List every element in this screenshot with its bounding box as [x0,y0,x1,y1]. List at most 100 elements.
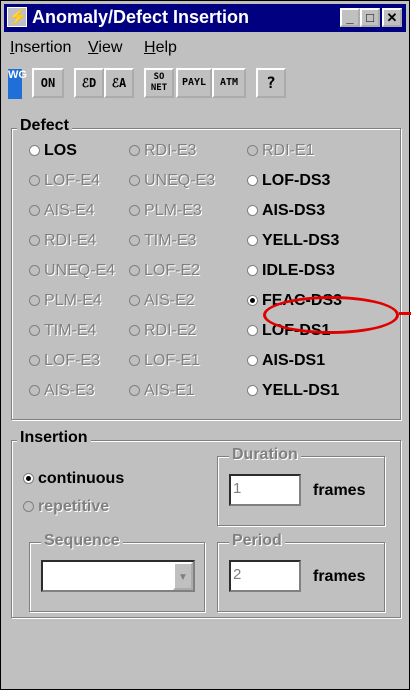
radio-icon [29,145,40,156]
defect-radio[interactable]: AIS-DS3 [247,201,325,221]
defect-radio[interactable]: LOS [29,141,77,161]
duration-unit: frames [313,482,366,499]
maximize-button[interactable]: □ [360,8,380,27]
defect-radio[interactable]: AIS-E1 [129,381,195,401]
radio-icon [129,265,140,276]
radio-icon [247,235,258,246]
defect-radio[interactable]: RDI-E4 [29,231,96,251]
radio-icon [129,355,140,366]
radio-icon [129,205,140,216]
wg-logo-icon: WG [8,69,27,99]
radio-icon [29,325,40,336]
radio-icon [29,385,40,396]
radio-icon [247,205,258,216]
radio-icon [29,295,40,306]
radio-icon [247,385,258,396]
defect-radio-label: LOS [44,142,77,159]
defect-radio[interactable]: IDLE-DS3 [247,261,335,281]
defect-radio[interactable]: AIS-DS1 [247,351,325,371]
menu-view[interactable]: View [88,39,122,57]
minimize-button[interactable]: _ [340,8,360,27]
period-label: Period [229,532,285,550]
defect-radio-label: IDLE-DS3 [262,262,335,279]
repetitive-radio[interactable]: repetitive [23,497,109,517]
defect-radio-label: LOF-E2 [144,262,201,279]
radio-icon [129,295,140,306]
defect-radio-label: LOF-E1 [144,352,201,369]
defect-radio[interactable]: PLM-E3 [129,201,202,221]
period-unit: frames [313,568,366,585]
radio-icon [129,235,140,246]
defect-radio[interactable]: YELL-DS1 [247,381,339,401]
defect-radio[interactable]: TIM-E3 [129,231,196,251]
defect-radio-label: LOF-E4 [44,172,101,189]
radio-icon [29,265,40,276]
defect-radio[interactable]: UNEQ-E4 [29,261,115,281]
close-button[interactable]: ✕ [382,8,402,27]
menu-help[interactable]: Help [144,39,177,57]
error-d-button[interactable]: ℰD [74,68,104,98]
title-bar[interactable]: ⚡ Anomaly/Defect Insertion _ □ ✕ [4,4,406,32]
highlight-pointer-line [399,312,411,315]
defect-radio-label: AIS-E3 [44,382,95,399]
sequence-dropdown[interactable]: ▼ [41,560,195,592]
radio-icon [247,175,258,186]
defect-radio[interactable]: RDI-E2 [129,321,196,341]
defect-radio[interactable]: PLM-E4 [29,291,102,311]
period-input[interactable]: 2 [229,560,301,592]
defect-radio[interactable]: AIS-E4 [29,201,95,221]
defect-radio-label: RDI-E2 [144,322,197,339]
defect-radio-label: RDI-E1 [262,142,315,159]
window-title: Anomaly/Defect Insertion [32,7,250,27]
sonet-button[interactable]: SO NET [144,68,174,98]
radio-icon [29,235,40,246]
radio-icon [247,265,258,276]
toolbar: WG ON ℰD ℰA SO NET PAYL ATM ? [4,63,406,111]
insertion-group-label: Insertion [17,429,91,447]
payload-button[interactable]: PAYL [176,68,212,98]
defect-radio-label: YELL-DS3 [262,232,340,249]
defect-radio[interactable]: TIM-E4 [29,321,96,341]
defect-radio[interactable]: LOF-E4 [29,171,100,191]
chevron-down-icon[interactable]: ▼ [173,562,193,590]
defect-radio-label: TIM-E3 [144,232,197,249]
radio-icon [247,325,258,336]
atm-button[interactable]: ATM [212,68,246,98]
radio-icon [23,501,34,512]
defect-radio-label: PLM-E3 [144,202,202,219]
defect-radio-label: AIS-DS3 [262,202,326,219]
defect-radio[interactable]: UNEQ-E3 [129,171,215,191]
defect-radio-label: AIS-E4 [44,202,95,219]
help-button[interactable]: ? [256,68,286,98]
system-menu-icon[interactable]: ⚡ [7,7,28,27]
defect-radio[interactable]: YELL-DS3 [247,231,339,251]
defect-radio[interactable]: AIS-E3 [29,381,95,401]
radio-checked-icon [247,295,258,306]
anomaly-defect-window: ⚡ Anomaly/Defect Insertion _ □ ✕ Inserti… [0,0,410,690]
defect-radio-label: UNEQ-E3 [144,172,216,189]
on-button[interactable]: ON [32,68,64,98]
defect-radio-label: PLM-E4 [44,292,102,309]
menu-bar: Insertion View Help [4,35,406,59]
defect-radio[interactable]: LOF-E2 [129,261,200,281]
defect-radio-label: RDI-E4 [44,232,97,249]
continuous-radio[interactable]: continuous [23,469,124,489]
error-a-button[interactable]: ℰA [104,68,134,98]
defect-radio[interactable]: LOF-E3 [29,351,100,371]
radio-icon [129,175,140,186]
defect-radio[interactable]: RDI-E1 [247,141,314,161]
defect-group-label: Defect [17,117,72,135]
radio-icon [247,355,258,366]
menu-insertion[interactable]: Insertion [10,39,71,57]
duration-input[interactable]: 1 [229,474,301,506]
defect-radio-label: UNEQ-E4 [44,262,116,279]
defect-radio-label: TIM-E4 [44,322,97,339]
sequence-label: Sequence [41,532,123,550]
defect-radio[interactable]: RDI-E3 [129,141,196,161]
defect-radio[interactable]: AIS-E2 [129,291,195,311]
defect-radio[interactable]: LOF-DS3 [247,171,330,191]
defect-radio-label: RDI-E3 [144,142,197,159]
defect-radio[interactable]: LOF-E1 [129,351,200,371]
radio-icon [247,145,258,156]
radio-icon [129,385,140,396]
